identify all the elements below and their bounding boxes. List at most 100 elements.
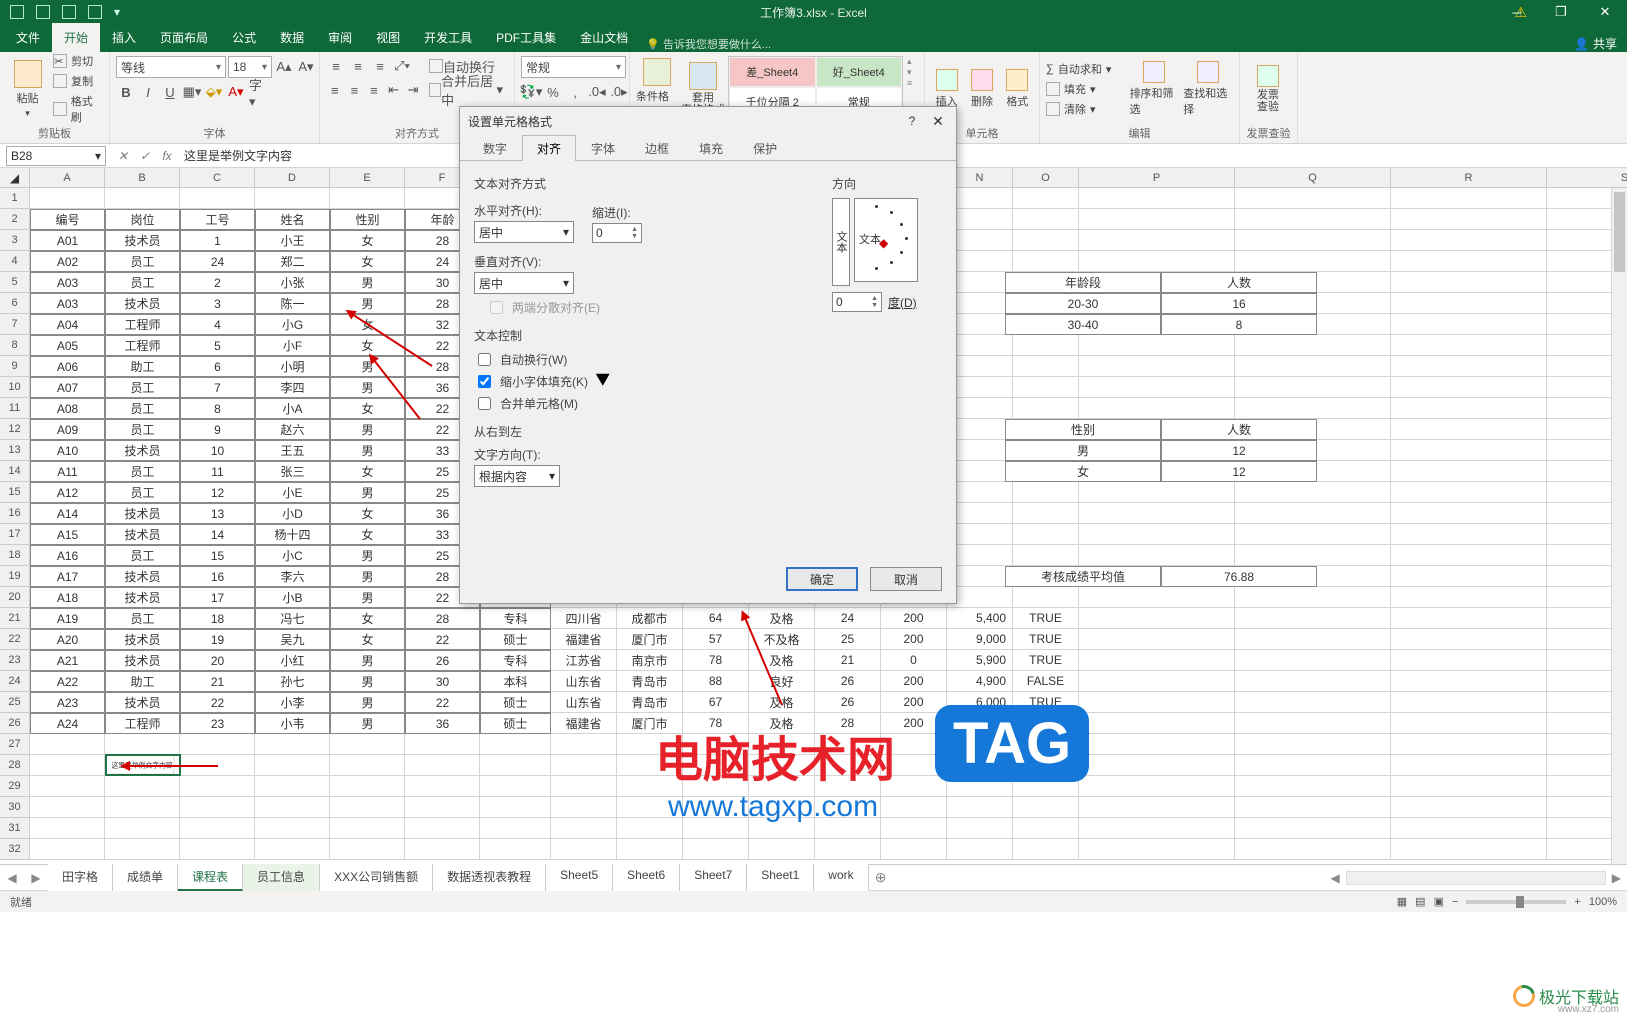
cell[interactable]: 考核成绩平均值 [1005, 566, 1161, 587]
cell[interactable] [1391, 566, 1547, 587]
cell[interactable] [330, 776, 405, 797]
cell[interactable]: 18 [180, 608, 255, 629]
cell[interactable]: 工程师 [105, 335, 180, 356]
row-header[interactable]: 32 [0, 839, 30, 860]
cell[interactable]: 男 [330, 272, 405, 293]
gallery-down-icon[interactable]: ▾ [907, 67, 912, 78]
col-header[interactable]: D [255, 168, 330, 188]
cell[interactable] [1391, 209, 1547, 230]
tab-review[interactable]: 审阅 [316, 23, 364, 52]
cell[interactable]: 性别 [330, 209, 405, 230]
cell[interactable]: 专科 [480, 608, 551, 629]
cell[interactable]: 88 [683, 671, 749, 692]
cell[interactable]: 张三 [255, 461, 330, 482]
cell[interactable] [1391, 419, 1547, 440]
cell[interactable]: 67 [683, 692, 749, 713]
cell[interactable] [105, 776, 180, 797]
number-format-select[interactable]: 常规▾ [521, 56, 626, 78]
cell[interactable]: 专科 [480, 650, 551, 671]
cell[interactable]: 8 [180, 398, 255, 419]
add-sheet-button[interactable]: ⊕ [869, 869, 893, 886]
cell[interactable]: 杨十四 [255, 524, 330, 545]
cell[interactable]: 9 [180, 419, 255, 440]
cell[interactable]: 技术员 [105, 524, 180, 545]
cell[interactable] [1079, 776, 1235, 797]
cell[interactable]: 小王 [255, 230, 330, 251]
cell[interactable] [881, 755, 947, 776]
cell[interactable]: 3 [180, 293, 255, 314]
cell[interactable]: 厦门市 [617, 629, 683, 650]
row-header[interactable]: 4 [0, 251, 30, 272]
cell[interactable]: 助工 [105, 671, 180, 692]
cell[interactable]: A08 [30, 398, 105, 419]
cell[interactable]: 女 [330, 398, 405, 419]
cell[interactable] [1235, 818, 1391, 839]
cell[interactable]: 7 [180, 377, 255, 398]
horizontal-scrollbar[interactable] [1346, 871, 1606, 885]
gallery-more-icon[interactable]: ≡ [907, 78, 912, 88]
cell[interactable]: 200 [881, 692, 947, 713]
cell[interactable] [947, 776, 1013, 797]
zoom-slider[interactable] [1466, 900, 1566, 904]
cell[interactable]: 王五 [255, 440, 330, 461]
cell[interactable] [1235, 671, 1391, 692]
col-header[interactable]: E [330, 168, 405, 188]
cell[interactable]: 技术员 [105, 440, 180, 461]
cell[interactable]: 女 [1005, 461, 1161, 482]
fx-button[interactable]: fx [156, 145, 178, 167]
cell[interactable] [617, 839, 683, 860]
cell[interactable] [815, 734, 881, 755]
cell[interactable] [30, 755, 105, 776]
cell[interactable]: 2 [180, 272, 255, 293]
cell[interactable]: TRUE [1013, 692, 1079, 713]
cell[interactable]: 员工 [105, 608, 180, 629]
gallery-up-icon[interactable]: ▴ [907, 56, 912, 67]
cell[interactable]: 5 [180, 335, 255, 356]
cell[interactable]: 12 [1161, 440, 1317, 461]
row-header[interactable]: 2 [0, 209, 30, 230]
cell[interactable] [480, 797, 551, 818]
cell[interactable]: 小D [255, 503, 330, 524]
orientation-button[interactable]: ⤢▾ [392, 56, 412, 76]
cell[interactable] [1391, 545, 1547, 566]
row-header[interactable]: 24 [0, 671, 30, 692]
clear-button[interactable]: 清除▾ [1046, 101, 1126, 117]
cell[interactable]: 23 [180, 713, 255, 734]
tab-nav-next[interactable]: ▶ [24, 871, 48, 885]
cell[interactable] [683, 776, 749, 797]
cell[interactable] [1079, 398, 1235, 419]
close-button[interactable]: ✕ [1583, 0, 1627, 24]
dlg-tab-protect[interactable]: 保护 [738, 135, 792, 161]
cell[interactable] [1391, 650, 1547, 671]
cell[interactable]: 李四 [255, 377, 330, 398]
scrollbar-thumb[interactable] [1614, 192, 1625, 272]
row-header[interactable]: 21 [0, 608, 30, 629]
view-normal-icon[interactable]: ▦ [1397, 895, 1407, 908]
cell[interactable] [1013, 209, 1079, 230]
cell[interactable] [749, 839, 815, 860]
cell[interactable]: 员工 [105, 251, 180, 272]
cell[interactable] [1235, 545, 1391, 566]
increase-font-button[interactable]: A▴ [274, 57, 294, 77]
italic-button[interactable]: I [138, 82, 158, 102]
cell[interactable]: 76.88 [1161, 566, 1317, 587]
cell[interactable]: 工号 [180, 209, 255, 230]
h-align-select[interactable]: 居中▾ [474, 221, 574, 243]
cell[interactable]: 78 [683, 713, 749, 734]
bold-button[interactable]: B [116, 82, 136, 102]
cell[interactable] [1391, 230, 1547, 251]
cell[interactable] [480, 818, 551, 839]
row-header[interactable]: 11 [0, 398, 30, 419]
sheet-tab[interactable]: XXX公司销售额 [320, 864, 433, 891]
cell[interactable] [1235, 713, 1391, 734]
row-header[interactable]: 14 [0, 461, 30, 482]
tab-developer[interactable]: 开发工具 [412, 23, 484, 52]
col-header[interactable]: B [105, 168, 180, 188]
hscroll-right[interactable]: ▶ [1606, 871, 1627, 885]
row-header[interactable]: 1 [0, 188, 30, 209]
cell[interactable]: 人数 [1161, 419, 1317, 440]
cell[interactable]: 山东省 [551, 671, 617, 692]
zoom-out-button[interactable]: − [1452, 896, 1458, 908]
cell[interactable] [405, 839, 480, 860]
style-good[interactable]: 好_Sheet4 [816, 57, 903, 87]
